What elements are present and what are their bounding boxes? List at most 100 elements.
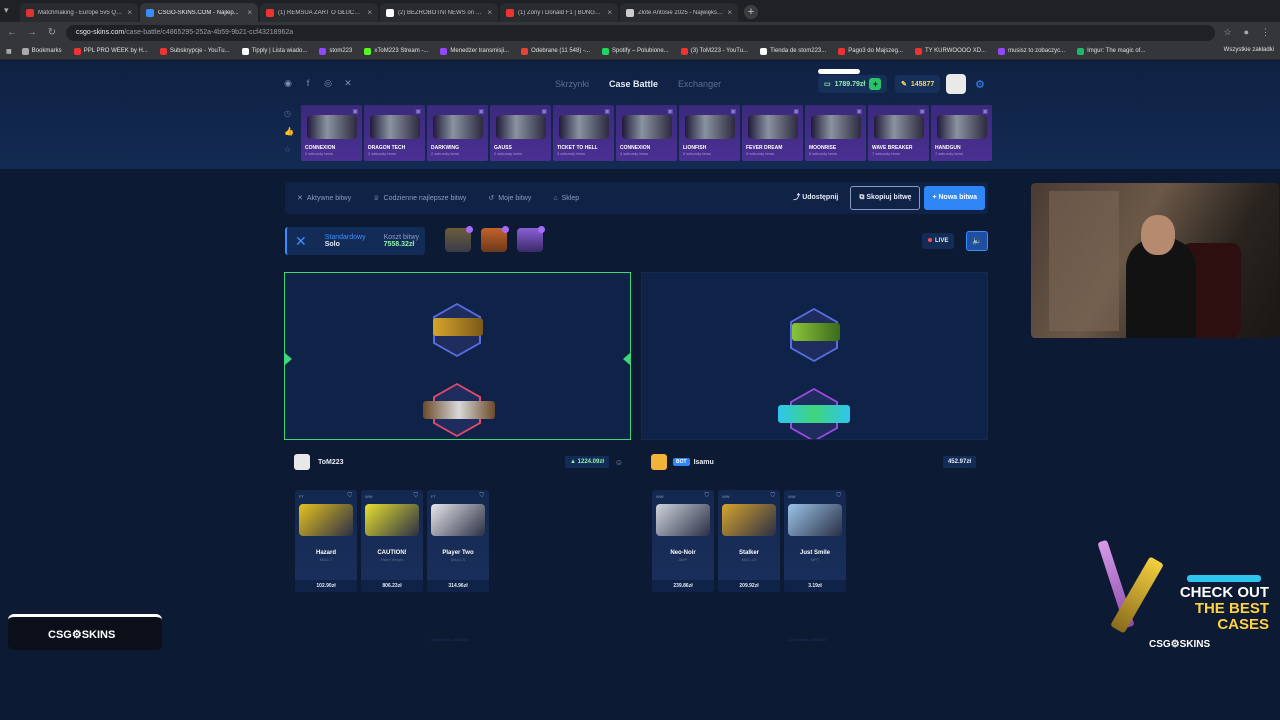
top-navigation: ◉ f ◎ ✕ Skrzynki Case Battle Exchanger ▭… — [0, 61, 1280, 169]
new-tab-button[interactable]: + — [744, 5, 758, 19]
nav-cases[interactable]: Skrzynki — [555, 79, 589, 89]
close-icon[interactable]: × — [727, 8, 732, 17]
menu-icon[interactable]: ⋮ — [1261, 27, 1270, 38]
points[interactable]: ✎ 145877 — [895, 75, 941, 93]
close-icon[interactable]: × — [607, 8, 612, 17]
bookmark-item[interactable]: Odebrane (11 548) -... — [521, 47, 590, 55]
case-icon: ▣ — [604, 109, 610, 115]
browser-tab[interactable]: (1) REMSUA ŻART O GŁUCHYM... × — [260, 3, 378, 22]
bookmark-item[interactable]: xToM223 Stream -... — [364, 47, 428, 55]
daily-best-tab[interactable]: ♕ Codzienne najlepsze bitwy — [373, 194, 466, 203]
browser-tab[interactable]: Złote Antosie 2025 - Największ... × — [620, 3, 738, 22]
won-item-card[interactable]: WW ⛉ Neo-Noir AWP 239.86zł — [652, 490, 714, 592]
battle-case[interactable] — [445, 226, 473, 252]
back-icon[interactable]: ← — [6, 27, 18, 38]
player-avatar[interactable] — [651, 454, 667, 470]
bookmark-item[interactable]: Subskrypcje - YouTu... — [159, 47, 230, 55]
nav-case-battle[interactable]: Case Battle — [609, 79, 658, 89]
recent-drop-card[interactable]: ▣ LIONFISH 5 sekundy temu — [679, 105, 740, 161]
my-battles-tab[interactable]: ↺ Moje bitwy — [488, 194, 531, 203]
battle-case[interactable] — [481, 226, 509, 252]
reload-icon[interactable]: ↻ — [46, 27, 58, 38]
bookmark-item[interactable]: (3) ToM223 - YouTu... — [680, 47, 748, 55]
instagram-icon[interactable]: ◎ — [323, 78, 333, 88]
recent-drop-card[interactable]: ▣ GAUSS 2 sekundy temu — [490, 105, 551, 161]
recent-drop-card[interactable]: ▣ HANDGUN 7 sekundy temu — [931, 105, 992, 161]
settings-icon[interactable]: ⚙ — [975, 78, 985, 91]
active-battles-tab[interactable]: ✕ Aktywne bitwy — [297, 194, 351, 203]
bookmark-item[interactable]: TY KURWOOOO XD... — [914, 47, 986, 55]
close-icon[interactable]: × — [367, 8, 372, 17]
won-item-card[interactable]: FT ⛉ Player Two M4A1-S 314.96zł — [427, 490, 489, 592]
case-icon: ▣ — [919, 109, 925, 115]
smile-icon[interactable]: ☺ — [615, 458, 623, 467]
url-input[interactable]: csgo-skins.com/case-battle/c4865295-252a… — [66, 24, 1216, 41]
nav-exchanger[interactable]: Exchanger — [678, 79, 721, 89]
like-icon[interactable]: 👍 — [284, 127, 294, 136]
facebook-icon[interactable]: f — [303, 78, 313, 88]
discord-icon[interactable]: ◉ — [283, 78, 293, 88]
x-icon[interactable]: ✕ — [343, 78, 353, 88]
deposit-button[interactable]: + — [869, 78, 882, 90]
recent-drop-card[interactable]: ▣ CONNEXION 2 sekundy temu — [301, 105, 362, 161]
star-icon[interactable]: ☆ — [284, 145, 294, 154]
bookmark-item[interactable]: Tipply | Lista wiado... — [241, 47, 307, 55]
player-name[interactable]: ToM223 — [318, 459, 344, 466]
won-item-card[interactable]: WW ⛉ Stalker MAC-10 209.92zł — [718, 490, 780, 592]
bookmark-icon — [440, 47, 448, 55]
recent-drop-card[interactable]: ▣ TICKET TO HELL 3 sekundy temu — [553, 105, 614, 161]
bookmark-item[interactable]: stom223 — [319, 47, 352, 55]
won-item-card[interactable]: WW ⛉ CAUTION! Hand Wraps 806.23zł — [361, 490, 423, 592]
weapon-image — [684, 115, 735, 139]
extension-icon[interactable]: ● — [1244, 27, 1249, 38]
bookmark-item[interactable]: Tienda de stom223... — [760, 47, 826, 55]
bookmark-item[interactable]: Menedżer transmisji... — [440, 47, 509, 55]
bookmark-item[interactable]: Bookmarks — [21, 47, 62, 55]
bookmark-item[interactable]: musisz to zobaczyc... — [998, 47, 1065, 55]
won-item-card[interactable]: FT ⛉ Hazard MAG-7 102.90zł — [295, 490, 357, 592]
battle-case[interactable] — [517, 226, 545, 252]
browser-tab[interactable]: CSGO-SKINS.COM - Najlep... × — [140, 3, 258, 22]
shield-icon: ⛉ — [347, 493, 352, 499]
recent-drop-card[interactable]: ▣ WAVE BREAKER 7 sekundy temu — [868, 105, 929, 161]
recent-drop-card[interactable]: ▣ DRAGON TECH 2 sekundy temu — [364, 105, 425, 161]
recent-drop-card[interactable]: ▣ CONNEXION 4 sekundy temu — [616, 105, 677, 161]
case-icon: ▣ — [352, 109, 358, 115]
browser-tab[interactable]: (2) BEZROBOTNI NEWS on X: "... × — [380, 3, 498, 22]
shop-tab[interactable]: ⌂ Sklep — [553, 195, 579, 202]
recent-drop-card[interactable]: ▣ DARKWING 2 sekundy temu — [427, 105, 488, 161]
sound-toggle[interactable]: 🔈 — [966, 231, 988, 251]
player-name[interactable]: Isamu — [694, 459, 714, 466]
user-avatar[interactable] — [946, 74, 966, 94]
bookmark-item[interactable]: Spotify – Polubione... — [602, 47, 669, 55]
battle-info: ✕ Standardowy Solo Koszt bitwy 7558.32zł — [285, 227, 425, 255]
bookmark-item[interactable]: PPL PRO WEEK by H... — [73, 47, 148, 55]
share-button[interactable]: ⤴ Udostępnij — [785, 186, 846, 210]
close-icon[interactable]: × — [487, 8, 492, 17]
player-avatar[interactable] — [294, 454, 310, 470]
webcam-overlay — [1031, 183, 1279, 338]
player-1-header: ToM223 ▲ 1224.09zł ☺ — [284, 450, 631, 474]
case-icon: ▣ — [541, 109, 547, 115]
browser-tab[interactable]: Matchmaking - Europe 5v5 Qu... × — [20, 3, 138, 22]
forward-icon[interactable]: → — [26, 27, 38, 38]
recent-drop-card[interactable]: ▣ FEVER DREAM 5 sekundy temu — [742, 105, 803, 161]
star-icon[interactable]: ☆ — [1223, 27, 1231, 38]
browser-tab[interactable]: (1) Żony i Donald F1 | BUNGE... × — [500, 3, 618, 22]
close-icon[interactable]: × — [247, 8, 252, 17]
recent-drop-card[interactable]: ▣ MOONRISE 6 sekundy temu — [805, 105, 866, 161]
shield-icon: ⛉ — [704, 493, 709, 499]
all-bookmarks[interactable]: Wszystkie zakładki — [1224, 47, 1274, 53]
copy-battle-button[interactable]: ⧉ Skopiuj bitwę — [850, 186, 921, 210]
balance[interactable]: ▭ 1789.79zł + — [818, 69, 888, 93]
tab-favicon — [626, 8, 634, 17]
history-icon[interactable]: ◷ — [284, 109, 294, 118]
tab-search-icon[interactable]: ▾ — [4, 5, 9, 16]
tab-favicon — [26, 8, 34, 17]
new-battle-button[interactable]: + Nowa bitwa — [924, 186, 985, 210]
won-item-card[interactable]: WW ⛉ Just Smile MP7 3.19zł — [784, 490, 846, 592]
bookmark-item[interactable]: Imgur: The magic of... — [1077, 47, 1145, 55]
close-icon[interactable]: × — [127, 8, 132, 17]
bookmark-item[interactable]: Pago3 do Majszeg... — [838, 47, 903, 55]
apps-icon[interactable]: ▦ — [6, 48, 12, 55]
